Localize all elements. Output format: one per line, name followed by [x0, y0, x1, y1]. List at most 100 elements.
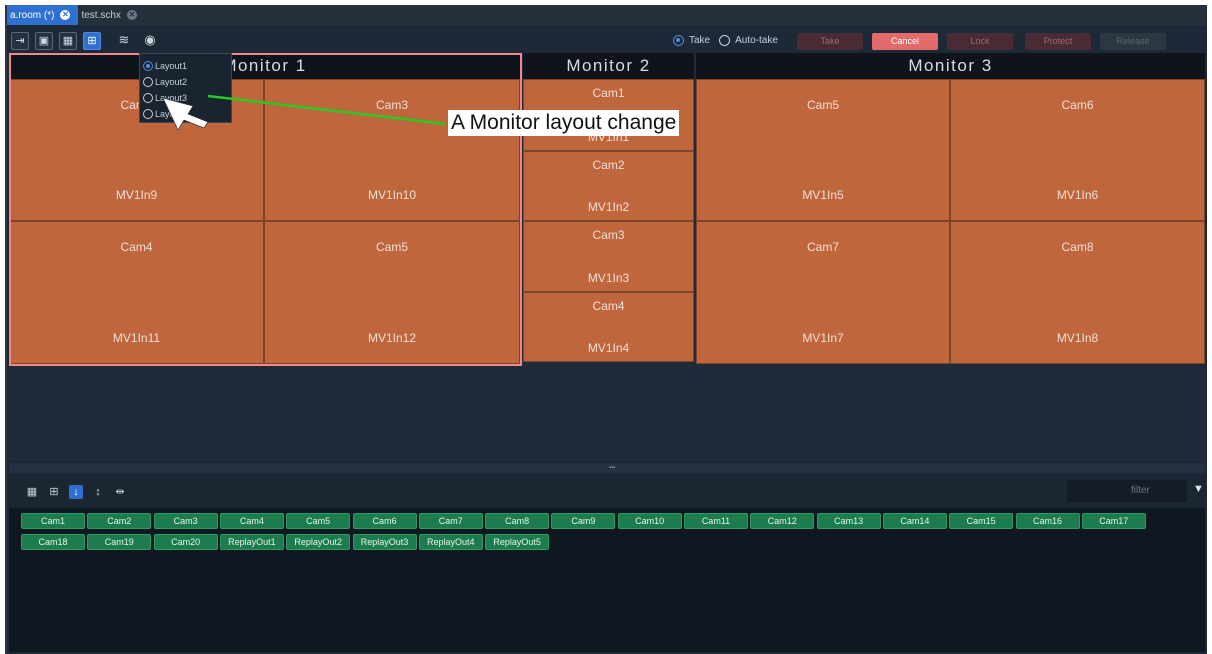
cancel-button[interactable]: Cancel [872, 33, 938, 50]
monitor-cell[interactable]: Cam6 MV1In6 [950, 79, 1205, 221]
source-button[interactable]: Cam12 [750, 513, 815, 529]
layout-radio[interactable] [143, 109, 153, 119]
monitor-1-title: Monitor 1 [9, 53, 520, 79]
layout-radio[interactable] [143, 77, 153, 87]
source-button[interactable]: Cam3 [153, 513, 218, 529]
source-button[interactable]: ReplayOut3 [352, 534, 417, 550]
cell-input-label: MV1In6 [1056, 188, 1099, 202]
cell-input-label: MV1In4 [587, 341, 630, 355]
layout-option-1[interactable]: Layout1 [143, 58, 228, 74]
take-radio[interactable] [673, 35, 684, 46]
tab-room[interactable]: a.room (*) ✕ [7, 5, 79, 25]
autotake-radio-label: Auto-take [735, 35, 778, 46]
monitor-cell[interactable]: Cam5 MV1In12 [264, 221, 520, 364]
source-button[interactable]: Cam15 [949, 513, 1014, 529]
cell-input-label: MV1In3 [587, 271, 630, 285]
source-button[interactable]: ReplayOut2 [286, 534, 351, 550]
take-button[interactable]: Take [797, 33, 863, 50]
monitor-cell[interactable]: Cam4 MV1In11 [9, 221, 264, 364]
sources-toolbar: ▦ ⊞ ↓ ↕ ⇹ filter ▼ [9, 474, 1205, 508]
tab-schx[interactable]: test.schx ✕ [78, 5, 144, 25]
monitor-cell[interactable]: Cam5 MV1In5 [696, 79, 950, 221]
sort-ascending-icon[interactable]: ↓ [69, 485, 83, 499]
source-button[interactable]: Cam6 [352, 513, 417, 529]
source-button[interactable]: Cam20 [153, 534, 218, 550]
monitor-cell[interactable]: Cam2 MV1In2 [523, 151, 694, 221]
tab-label: test.schx [81, 9, 121, 21]
cell-input-label: MV1In11 [112, 331, 161, 345]
sort-descending-icon[interactable]: ↕ [91, 485, 105, 499]
lock-button[interactable]: Lock [947, 33, 1013, 50]
autotake-radio[interactable] [719, 35, 731, 46]
snapshot-icon[interactable]: ▣ [35, 32, 53, 50]
monitor-cell[interactable]: Cam3 MV1In10 [264, 79, 520, 221]
cell-cam-label: Cam1 [592, 86, 625, 100]
monitor-cell[interactable]: Cam7 MV1In7 [696, 221, 950, 364]
source-button[interactable]: Cam10 [617, 513, 682, 529]
source-button[interactable]: ReplayOut4 [418, 534, 483, 550]
small-grid-icon[interactable]: ⊞ [47, 485, 61, 499]
cell-cam-label: Cam7 [806, 240, 839, 254]
source-button[interactable]: Cam11 [684, 513, 748, 529]
cell-input-label: MV1In2 [587, 200, 630, 214]
cell-input-label: MV1In9 [115, 188, 158, 202]
settings-icon[interactable]: ◉ [141, 32, 159, 50]
layout-radio[interactable] [143, 61, 153, 71]
cell-input-label: MV1In5 [802, 188, 844, 202]
source-button[interactable]: Cam9 [551, 513, 616, 529]
cell-cam-label: Cam3 [592, 228, 625, 242]
panel-splitter[interactable]: ▪▪▪ [9, 463, 1205, 473]
monitor-cell[interactable]: Cam4 MV1In4 [523, 292, 694, 362]
cell-cam-label: Cam5 [375, 240, 408, 254]
grip-icon[interactable]: ▪▪▪ [609, 465, 615, 471]
protect-button[interactable]: Protect [1025, 33, 1091, 50]
cell-cam-label: Cam5 [806, 98, 839, 112]
cell-input-label: MV1In8 [1056, 331, 1099, 345]
source-button[interactable]: Cam17 [1081, 513, 1146, 529]
cell-input-label: MV1In7 [802, 331, 844, 345]
source-button[interactable]: ReplayOut1 [219, 534, 284, 550]
source-button[interactable]: Cam14 [882, 513, 947, 529]
monitor-cell[interactable]: Cam8 MV1In8 [950, 221, 1205, 364]
layers-icon[interactable]: ≋ [115, 32, 133, 50]
layout-radio[interactable] [143, 93, 153, 103]
source-button[interactable]: ReplayOut5 [485, 534, 550, 550]
cell-input-label: MV1In12 [367, 331, 417, 345]
fit-width-icon[interactable]: ⇹ [113, 485, 127, 499]
source-button[interactable]: Cam18 [21, 534, 85, 550]
cell-cam-label: Cam6 [1061, 98, 1094, 112]
close-icon[interactable]: ✕ [60, 10, 71, 20]
layout-popup-menu: Layout1 Layout2 Layout3 Layout4 [139, 53, 232, 123]
cell-cam-label: Cam4 [120, 240, 153, 254]
layout-option-label: Layout3 [155, 93, 188, 103]
monitor-cell[interactable]: Cam3 MV1In3 [523, 221, 694, 292]
toolbar: ⇥ ▣ ▦ ⊞ ≋ ◉ Take Auto-take Take Cancel L… [7, 27, 1207, 55]
close-icon[interactable]: ✕ [126, 10, 137, 20]
source-button[interactable]: Cam4 [219, 513, 284, 529]
source-button[interactable]: Cam19 [87, 534, 152, 550]
release-button[interactable]: Release [1100, 33, 1166, 50]
annotation-label: A Monitor layout change [448, 110, 680, 136]
source-button[interactable]: Cam16 [1015, 513, 1080, 529]
source-button[interactable]: Cam13 [816, 513, 881, 529]
tab-label: a.room (*) [10, 9, 55, 21]
large-grid-icon[interactable]: ▦ [25, 485, 39, 499]
take-mode-group: Take Auto-take [673, 35, 778, 46]
app-window: a.room (*) ✕ test.schx ✕ ⇥ ▣ ▦ ⊞ ≋ ◉ Tak… [5, 5, 1207, 654]
source-button[interactable]: Cam5 [286, 513, 351, 529]
source-button[interactable]: Cam1 [21, 513, 85, 529]
source-button[interactable]: Cam8 [485, 513, 550, 529]
layout-option-2[interactable]: Layout2 [143, 74, 228, 90]
exit-icon[interactable]: ⇥ [11, 32, 29, 50]
layout-option-4[interactable]: Layout4 [143, 106, 228, 122]
layout-option-label: Layout2 [155, 77, 188, 87]
layout-option-3[interactable]: Layout3 [143, 90, 228, 106]
layout-icon[interactable]: ⊞ [83, 32, 101, 50]
filter-icon[interactable]: ▼ [1193, 483, 1205, 497]
filter-input[interactable]: filter [1067, 480, 1187, 502]
cell-cam-label: Cam4 [592, 299, 625, 313]
source-button[interactable]: Cam2 [87, 513, 152, 529]
grid-icon[interactable]: ▦ [59, 32, 77, 50]
take-radio-label: Take [689, 35, 711, 46]
source-button[interactable]: Cam7 [418, 513, 483, 529]
